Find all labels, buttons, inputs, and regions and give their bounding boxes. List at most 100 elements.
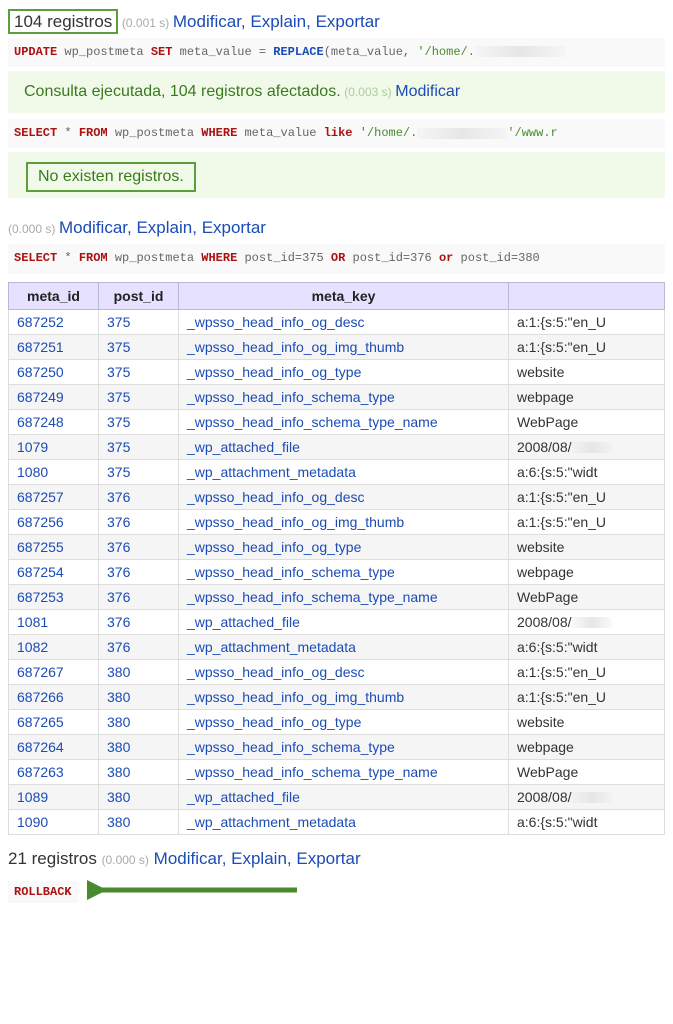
meta-key-link[interactable]: _wp_attachment_metadata bbox=[187, 814, 356, 830]
post-id-link[interactable]: 380 bbox=[107, 764, 130, 780]
meta-key-link[interactable]: _wpsso_head_info_schema_type_name bbox=[187, 764, 438, 780]
meta-key-link[interactable]: _wpsso_head_info_og_type bbox=[187, 714, 361, 730]
meta-key-link[interactable]: _wpsso_head_info_og_desc bbox=[187, 314, 364, 330]
col-header-meta-id[interactable]: meta_id bbox=[9, 282, 99, 309]
meta-key-link[interactable]: _wpsso_head_info_og_type bbox=[187, 364, 361, 380]
meta-id-link[interactable]: 687248 bbox=[17, 414, 64, 430]
meta-id-link[interactable]: 687256 bbox=[17, 514, 64, 530]
table-row: 687251375_wpsso_head_info_og_img_thumba:… bbox=[9, 334, 665, 359]
post-id-link[interactable]: 380 bbox=[107, 689, 130, 705]
meta-key-link[interactable]: _wpsso_head_info_og_type bbox=[187, 539, 361, 555]
export-link[interactable]: Exportar bbox=[202, 218, 266, 237]
meta-key-link[interactable]: _wpsso_head_info_schema_type_name bbox=[187, 414, 438, 430]
meta-id-link[interactable]: 687267 bbox=[17, 664, 64, 680]
meta-key-link[interactable]: _wpsso_head_info_og_desc bbox=[187, 664, 364, 680]
sql-query-select-posts: SELECT * FROM wp_postmeta WHERE post_id=… bbox=[8, 244, 665, 273]
post-id-link[interactable]: 376 bbox=[107, 489, 130, 505]
meta-value-cell: WebPage bbox=[509, 409, 665, 434]
meta-id-link[interactable]: 687254 bbox=[17, 564, 64, 580]
meta-key-link[interactable]: _wpsso_head_info_schema_type_name bbox=[187, 589, 438, 605]
post-id-link[interactable]: 380 bbox=[107, 714, 130, 730]
meta-id-link[interactable]: 687266 bbox=[17, 689, 64, 705]
meta-key-link[interactable]: _wpsso_head_info_schema_type bbox=[187, 739, 395, 755]
export-link[interactable]: Exportar bbox=[316, 12, 380, 31]
meta-key-link[interactable]: _wpsso_head_info_og_img_thumb bbox=[187, 339, 404, 355]
table-row: 687252375_wpsso_head_info_og_desca:1:{s:… bbox=[9, 309, 665, 334]
post-id-link[interactable]: 380 bbox=[107, 739, 130, 755]
table-row: 687249 375 _wpsso_head_info_schema_type web… bbox=[9, 384, 665, 409]
meta-value-cell: a:6:{s:5:"widt bbox=[509, 459, 665, 484]
modify-link[interactable]: Modificar bbox=[154, 849, 222, 868]
modify-link[interactable]: Modificar bbox=[59, 218, 127, 237]
post-id-link[interactable]: 375 bbox=[107, 414, 130, 430]
post-id-link[interactable]: 375 bbox=[107, 389, 130, 405]
post-id-link[interactable]: 376 bbox=[107, 564, 130, 580]
record-count-text: 21 registros bbox=[8, 849, 97, 868]
meta-id-link[interactable]: 687265 bbox=[17, 714, 64, 730]
meta-id-link[interactable]: 687257 bbox=[17, 489, 64, 505]
meta-id-link[interactable]: 687250 bbox=[17, 364, 64, 380]
meta-key-link[interactable]: _wp_attached_file bbox=[187, 439, 300, 455]
timing-text: (0.000 s) bbox=[102, 853, 149, 867]
sql-query-select-like: SELECT * FROM wp_postmeta WHERE meta_val… bbox=[8, 119, 665, 148]
meta-value-cell: webpage bbox=[509, 384, 665, 409]
meta-value-cell: WebPage bbox=[509, 584, 665, 609]
post-id-link[interactable]: 380 bbox=[107, 664, 130, 680]
meta-key-link[interactable]: _wpsso_head_info_schema_type bbox=[187, 564, 395, 580]
record-count-badge: 104 registros bbox=[8, 9, 118, 34]
post-id-link[interactable]: 375 bbox=[107, 464, 130, 480]
meta-id-link[interactable]: 1089 bbox=[17, 789, 48, 805]
explain-link[interactable]: Explain bbox=[136, 218, 192, 237]
success-text: Consulta ejecutada, 104 registros afecta… bbox=[24, 83, 341, 100]
table-row: 687257376_wpsso_head_info_og_desca:1:{s:… bbox=[9, 484, 665, 509]
meta-key-link[interactable]: _wp_attachment_metadata bbox=[187, 464, 356, 480]
modify-link[interactable]: Modificar bbox=[395, 83, 460, 100]
meta-key-link[interactable]: _wp_attached_file bbox=[187, 614, 300, 630]
explain-link[interactable]: Explain bbox=[250, 12, 306, 31]
table-row: 1090380_wp_attachment_metadataa:6:{s:5:"… bbox=[9, 809, 665, 834]
export-link[interactable]: Exportar bbox=[296, 849, 360, 868]
table-header-row: meta_id post_id meta_key bbox=[9, 282, 665, 309]
result-summary-mid: (0.000 s) Modificar, Explain, Exportar bbox=[8, 218, 665, 238]
meta-id-link[interactable]: 687252 bbox=[17, 314, 64, 330]
col-header-value[interactable] bbox=[509, 282, 665, 309]
meta-id-link[interactable]: 687249 bbox=[17, 389, 64, 405]
meta-id-link[interactable]: 1079 bbox=[17, 439, 48, 455]
redacted-text bbox=[572, 617, 612, 628]
table-row: 1089380_wp_attached_file2008/08/ bbox=[9, 784, 665, 809]
meta-id-link[interactable]: 1090 bbox=[17, 814, 48, 830]
meta-id-link[interactable]: 1082 bbox=[17, 639, 48, 655]
post-id-link[interactable]: 376 bbox=[107, 539, 130, 555]
modify-link[interactable]: Modificar bbox=[173, 12, 241, 31]
meta-id-link[interactable]: 1080 bbox=[17, 464, 48, 480]
meta-key-link[interactable]: _wpsso_head_info_og_desc bbox=[187, 489, 364, 505]
post-id-link[interactable]: 376 bbox=[107, 589, 130, 605]
meta-id-link[interactable]: 687251 bbox=[17, 339, 64, 355]
col-header-post-id[interactable]: post_id bbox=[99, 282, 179, 309]
post-id-link[interactable]: 375 bbox=[107, 364, 130, 380]
meta-id-link[interactable]: 687263 bbox=[17, 764, 64, 780]
meta-key-link[interactable]: _wp_attachment_metadata bbox=[187, 639, 356, 655]
col-header-meta-key[interactable]: meta_key bbox=[179, 282, 509, 309]
redacted-text bbox=[417, 128, 507, 139]
meta-key-link[interactable]: _wp_attached_file bbox=[187, 789, 300, 805]
post-id-link[interactable]: 375 bbox=[107, 314, 130, 330]
meta-id-link[interactable]: 687264 bbox=[17, 739, 64, 755]
meta-key-link[interactable]: _wpsso_head_info_og_img_thumb bbox=[187, 689, 404, 705]
post-id-link[interactable]: 375 bbox=[107, 439, 130, 455]
meta-id-link[interactable]: 1081 bbox=[17, 614, 48, 630]
meta-key-link[interactable]: _wpsso_head_info_og_img_thumb bbox=[187, 514, 404, 530]
post-id-link[interactable]: 376 bbox=[107, 514, 130, 530]
post-id-link[interactable]: 375 bbox=[107, 339, 130, 355]
post-id-link[interactable]: 376 bbox=[107, 639, 130, 655]
post-id-link[interactable]: 380 bbox=[107, 814, 130, 830]
rollback-statement: ROLLBACK bbox=[8, 881, 78, 903]
post-id-link[interactable]: 380 bbox=[107, 789, 130, 805]
table-row: 1081376_wp_attached_file2008/08/ bbox=[9, 609, 665, 634]
explain-link[interactable]: Explain bbox=[231, 849, 287, 868]
redacted-text bbox=[572, 442, 612, 453]
meta-id-link[interactable]: 687253 bbox=[17, 589, 64, 605]
meta-id-link[interactable]: 687255 bbox=[17, 539, 64, 555]
post-id-link[interactable]: 376 bbox=[107, 614, 130, 630]
meta-key-link[interactable]: _wpsso_head_info_schema_type bbox=[187, 389, 395, 405]
